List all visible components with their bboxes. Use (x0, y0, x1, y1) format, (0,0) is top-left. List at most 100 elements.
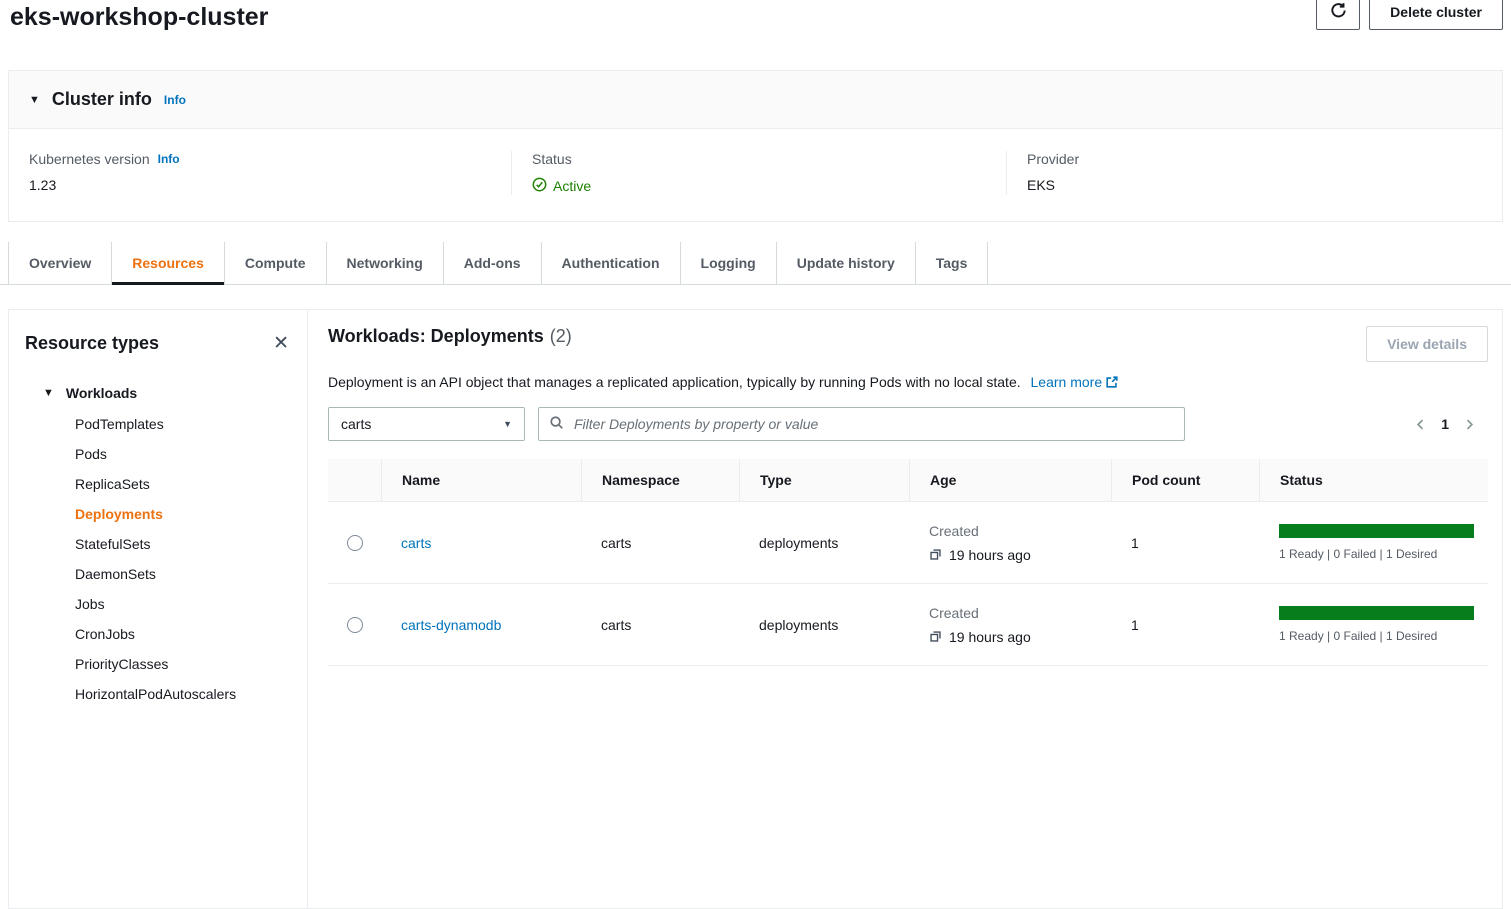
header-actions: Delete cluster (1316, 0, 1503, 30)
sidebar-item-replicasets[interactable]: ReplicaSets (75, 469, 291, 499)
provider-label: Provider (1027, 151, 1482, 167)
cluster-tabs: Overview Resources Compute Networking Ad… (0, 242, 1511, 285)
workloads-group-label: Workloads (66, 385, 137, 401)
group-caret-icon: ▼ (43, 387, 54, 399)
sidebar-item-pods[interactable]: Pods (75, 439, 291, 469)
sidebar-item-jobs[interactable]: Jobs (75, 589, 291, 619)
current-page[interactable]: 1 (1441, 416, 1449, 432)
cell-status: 1 Ready | 0 Failed | 1 Desired (1259, 606, 1488, 643)
deployments-title: Workloads: Deployments (328, 326, 544, 347)
sidebar-item-horizontalpodautoscalers[interactable]: HorizontalPodAutoscalers (75, 679, 291, 709)
sidebar-item-cronjobs[interactable]: CronJobs (75, 619, 291, 649)
cell-age: Created 19 hours ago (909, 605, 1111, 645)
deployment-link-carts[interactable]: carts (401, 535, 431, 551)
kubernetes-version-label: Kubernetes version (29, 151, 150, 167)
row-radio-carts[interactable] (347, 535, 363, 551)
sidebar-item-daemonsets[interactable]: DaemonSets (75, 559, 291, 589)
namespace-select-value: carts (341, 416, 371, 432)
table-row: carts-dynamodb carts deployments Created… (328, 584, 1488, 666)
copy-icon[interactable] (929, 548, 942, 561)
cluster-info-info-link[interactable]: Info (164, 93, 186, 107)
provider-value: EKS (1027, 177, 1482, 193)
resource-type-list: PodTemplates Pods ReplicaSets Deployment… (25, 409, 291, 709)
cell-type: deployments (739, 617, 909, 633)
provider-field: Provider EKS (1006, 151, 1502, 195)
external-link-icon (1105, 376, 1119, 392)
page-header: eks-workshop-cluster Delete cluster (0, 0, 1511, 40)
cell-namespace: carts (581, 617, 739, 633)
row-radio-carts-dynamodb[interactable] (347, 617, 363, 633)
copy-icon[interactable] (929, 630, 942, 643)
tab-overview[interactable]: Overview (8, 242, 111, 284)
status-value: Active (553, 178, 591, 194)
selection-column-header (328, 459, 381, 501)
tab-add-ons[interactable]: Add-ons (443, 242, 541, 284)
chevron-down-icon: ▼ (503, 419, 512, 429)
column-header-name: Name (381, 459, 581, 501)
status-bar (1279, 524, 1474, 538)
column-header-type: Type (739, 459, 909, 501)
resource-types-title: Resource types (25, 333, 159, 354)
status-text: 1 Ready | 0 Failed | 1 Desired (1279, 547, 1474, 561)
page-title: eks-workshop-cluster (10, 3, 268, 31)
status-bar (1279, 606, 1474, 620)
tab-compute[interactable]: Compute (224, 242, 326, 284)
resources-panel: Resource types ✕ ▼ Workloads PodTemplate… (8, 309, 1503, 909)
next-page-icon[interactable] (1463, 418, 1476, 431)
status-field: Status Active (511, 151, 1006, 195)
pagination: 1 (1414, 416, 1488, 432)
tab-tags[interactable]: Tags (915, 242, 989, 284)
column-header-age: Age (909, 459, 1111, 501)
view-details-button[interactable]: View details (1366, 326, 1488, 362)
refresh-button[interactable] (1316, 0, 1360, 30)
sidebar-item-podtemplates[interactable]: PodTemplates (75, 409, 291, 439)
learn-more-link[interactable]: Learn more (1031, 374, 1103, 390)
tab-networking[interactable]: Networking (326, 242, 443, 284)
tab-logging[interactable]: Logging (680, 242, 776, 284)
column-header-namespace: Namespace (581, 459, 739, 501)
kubernetes-version-value: 1.23 (29, 177, 491, 193)
column-header-status: Status (1259, 459, 1488, 501)
cluster-info-header[interactable]: ▼ Cluster info Info (9, 71, 1502, 129)
tab-resources[interactable]: Resources (111, 242, 224, 284)
table-row: carts carts deployments Created 19 hours… (328, 502, 1488, 584)
cell-type: deployments (739, 535, 909, 551)
tab-authentication[interactable]: Authentication (541, 242, 680, 284)
status-text: 1 Ready | 0 Failed | 1 Desired (1279, 629, 1474, 643)
check-circle-icon (532, 177, 547, 195)
filter-search-box (538, 407, 1185, 441)
sidebar-item-priorityclasses[interactable]: PriorityClasses (75, 649, 291, 679)
cluster-info-card: ▼ Cluster info Info Kubernetes version I… (8, 70, 1503, 222)
namespace-select[interactable]: carts ▼ (328, 407, 525, 441)
delete-cluster-button[interactable]: Delete cluster (1369, 0, 1503, 30)
refresh-icon (1330, 2, 1347, 22)
close-icon[interactable]: ✕ (271, 332, 291, 355)
sidebar-item-deployments[interactable]: Deployments (75, 499, 291, 529)
filter-search-input[interactable] (572, 415, 1174, 433)
search-icon (549, 415, 564, 433)
prev-page-icon[interactable] (1414, 418, 1427, 431)
kubernetes-version-field: Kubernetes version Info 1.23 (9, 151, 511, 195)
age-created-label: Created (929, 605, 1101, 621)
cell-namespace: carts (581, 535, 739, 551)
cell-pod-count: 1 (1111, 535, 1259, 551)
deployments-main: Workloads: Deployments (2) View details … (308, 310, 1502, 908)
cell-pod-count: 1 (1111, 617, 1259, 633)
cluster-info-body: Kubernetes version Info 1.23 Status Acti… (9, 129, 1502, 221)
deployments-table: Name Namespace Type Age Pod count Status… (328, 459, 1488, 666)
age-value-text: 19 hours ago (949, 629, 1031, 645)
column-header-pod-count: Pod count (1111, 459, 1259, 501)
cell-age: Created 19 hours ago (909, 523, 1111, 563)
kubernetes-version-info-link[interactable]: Info (158, 152, 180, 166)
age-created-label: Created (929, 523, 1101, 539)
deployment-link-carts-dynamodb[interactable]: carts-dynamodb (401, 617, 501, 633)
deployments-description: Deployment is an API object that manages… (328, 374, 1021, 390)
tab-update-history[interactable]: Update history (776, 242, 915, 284)
status-label: Status (532, 151, 986, 167)
sidebar-item-statefulsets[interactable]: StatefulSets (75, 529, 291, 559)
cluster-info-title: Cluster info (52, 89, 152, 110)
cell-status: 1 Ready | 0 Failed | 1 Desired (1259, 524, 1488, 561)
collapse-caret-icon: ▼ (29, 94, 40, 106)
table-header-row: Name Namespace Type Age Pod count Status (328, 459, 1488, 502)
workloads-group-toggle[interactable]: ▼ Workloads (43, 385, 291, 401)
